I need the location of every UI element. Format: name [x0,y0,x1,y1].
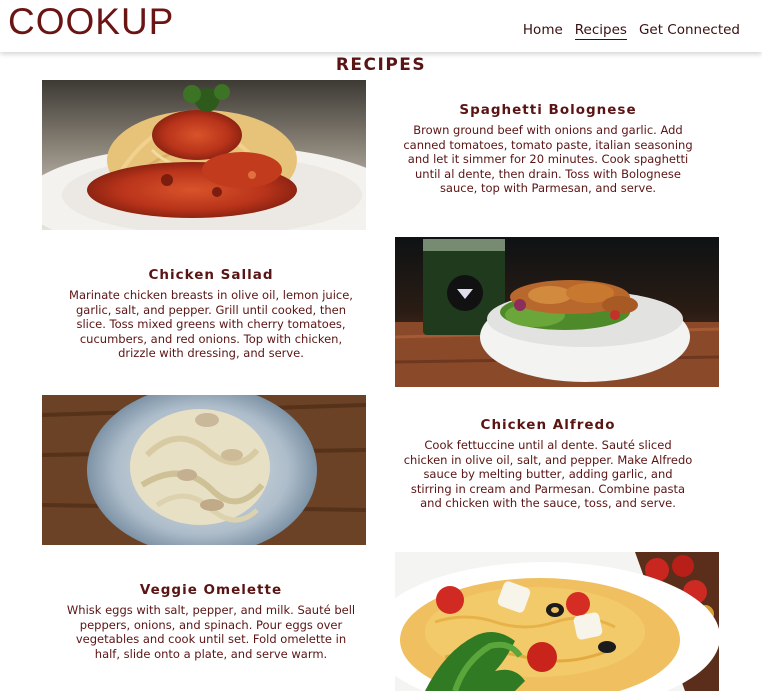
nav-home-link[interactable]: Home [523,21,563,40]
spaghetti-bolognese-photo [42,80,366,230]
recipe-description: Whisk eggs with salt, pepper, and milk. … [66,603,356,661]
nav-get-connected-link[interactable]: Get Connected [639,21,740,40]
recipe-title: Chicken Sallad [148,267,274,283]
site-logo[interactable]: COOKUP [8,0,174,44]
nav-recipes-link[interactable]: Recipes [574,21,627,40]
page-title: RECIPES [335,55,427,75]
recipe-card-veggie-omelette: Veggie Omelette Whisk eggs with salt, pe… [66,582,356,661]
veggie-omelette-photo [395,552,719,691]
recipe-description: Cook fettuccine until al dente. Sauté sl… [403,438,693,510]
recipe-title: Spaghetti Bolognese [459,102,637,118]
chicken-sallad-photo [395,237,719,387]
recipe-card-chicken-sallad: Chicken Sallad Marinate chicken breasts … [66,267,356,361]
recipe-card-spaghetti-bolognese: Spaghetti Bolognese Brown ground beef wi… [403,102,693,196]
main-nav: Home Recipes Get Connected [523,21,740,40]
recipe-title: Chicken Alfredo [480,417,616,433]
recipe-card-chicken-alfredo: Chicken Alfredo Cook fettuccine until al… [403,417,693,511]
recipe-title: Veggie Omelette [139,582,283,598]
site-header: COOKUP Home Recipes Get Connected [0,0,762,52]
recipe-description: Brown ground beef with onions and garlic… [403,123,693,195]
recipe-description: Marinate chicken breasts in olive oil, l… [69,288,353,360]
chicken-alfredo-photo [42,395,366,545]
